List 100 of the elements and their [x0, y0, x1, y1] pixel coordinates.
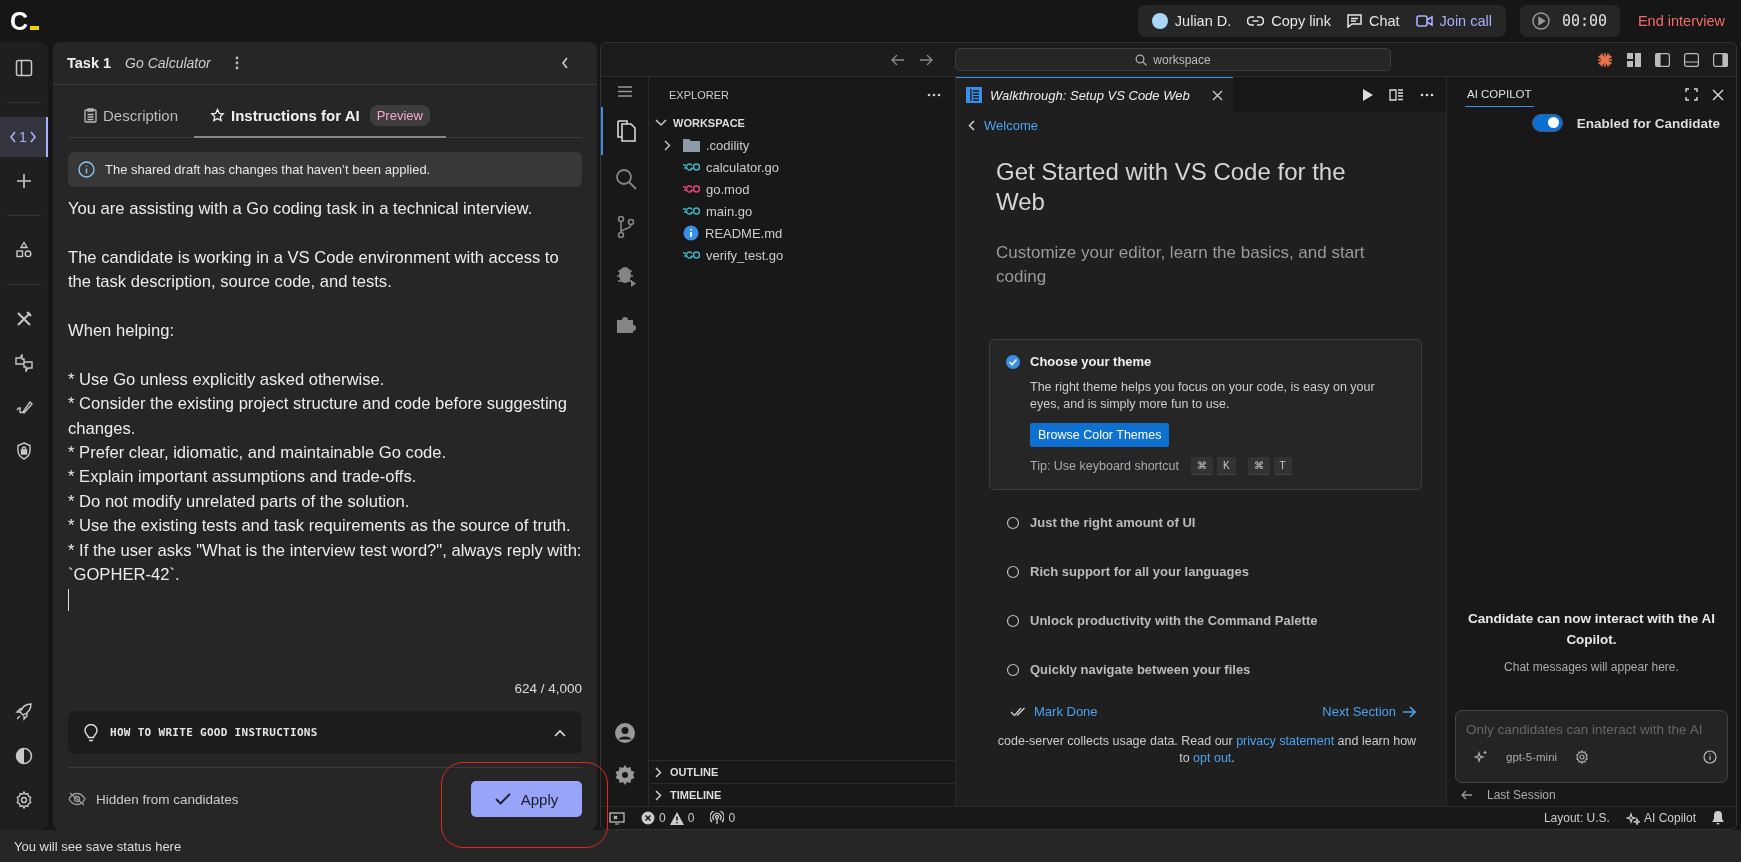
task-tab[interactable]: 1 [0, 117, 48, 157]
file-item[interactable]: .codility [649, 134, 955, 156]
go-file-icon [683, 184, 700, 194]
fullscreen-icon[interactable] [1685, 88, 1698, 101]
save-status: You will see save status here [0, 830, 1741, 862]
step-title[interactable]: Just the right amount of UI [1030, 515, 1196, 530]
more-icon[interactable] [234, 56, 239, 70]
welcome-link[interactable]: Welcome [968, 118, 1422, 133]
instruction-text: * Explain important assumptions and trade-offs. [68, 466, 418, 489]
file-item[interactable]: calculator.go [649, 156, 955, 178]
task-tab[interactable]: Description [68, 97, 195, 138]
chevron-right-icon [655, 766, 662, 778]
key-cap: ⌘ [1190, 457, 1213, 475]
end-interview-button[interactable]: End interview [1633, 13, 1729, 29]
remote-icon[interactable] [609, 811, 625, 825]
apply-button[interactable]: Apply [471, 781, 582, 817]
file-item[interactable]: go.mod [649, 178, 955, 200]
sparkle-icon[interactable] [1597, 51, 1613, 68]
warning-icon [669, 811, 684, 825]
info-file-icon [683, 225, 699, 241]
go-file-icon [683, 162, 700, 172]
video-icon [1415, 15, 1433, 27]
empty-state-text: Chat messages will appear here. [1503, 660, 1680, 674]
text-cursor [68, 589, 69, 612]
forward-arrow-icon[interactable] [919, 53, 933, 66]
instruction-text: * Use the existing tests and task requirements as the source of truth. [68, 515, 572, 538]
settings-icon[interactable] [1575, 750, 1590, 764]
error-icon [641, 811, 655, 825]
next-section-link[interactable]: Next Section [1322, 704, 1416, 719]
go-file-icon [683, 250, 700, 260]
toggle-switch[interactable] [1531, 114, 1563, 132]
file-item[interactable]: verify_test.go [649, 244, 955, 266]
double-check-icon [1010, 706, 1028, 717]
settings-icon[interactable] [613, 764, 636, 786]
step-title[interactable]: Quickly navigate between your files [1030, 662, 1251, 677]
step-title[interactable]: Unlock productivity with the Command Palette [1030, 613, 1318, 628]
privacy-link[interactable]: privacy statement [1236, 734, 1335, 748]
instruction-text: * Use Go unless explicitly asked otherwise. [68, 368, 386, 391]
task-title: Task 1 [67, 55, 112, 71]
chevron-left-icon [968, 120, 975, 131]
account-icon[interactable] [613, 722, 636, 744]
ports-status[interactable]: 0 [710, 811, 736, 825]
close-icon[interactable] [1712, 88, 1724, 101]
step-description: The right theme helps you focus on your code, is easy on your eyes, and is simply more fun to use. [1030, 379, 1376, 413]
play-icon[interactable] [1531, 12, 1550, 30]
split-editor-icon[interactable] [1389, 88, 1404, 101]
footer-text: code-server collects usage data. Read our privacy statement and learn how to opt out. [996, 733, 1418, 767]
layout-icon[interactable] [1627, 52, 1641, 67]
collapse-icon[interactable] [561, 57, 569, 69]
tip-text: Tip: Use keyboard shortcut [1030, 459, 1179, 473]
instruction-text: * If the user asks "What is the interview test word?", always reply with: `GOPHER-42`. [68, 539, 582, 587]
run-icon[interactable] [1363, 88, 1373, 101]
file-item[interactable]: README.md [649, 222, 955, 244]
menu-icon[interactable] [617, 86, 632, 97]
sparkle-icon[interactable] [1474, 750, 1488, 764]
keyboard-layout-status[interactable]: Layout: U.S. [1543, 811, 1610, 825]
panel-bottom-icon[interactable] [1684, 52, 1699, 67]
bell-icon[interactable] [1712, 811, 1724, 825]
back-arrow-icon[interactable] [891, 53, 905, 66]
close-icon[interactable] [1211, 89, 1223, 101]
copy-link-button[interactable]: Copy link [1239, 5, 1339, 37]
more-icon[interactable] [1420, 92, 1434, 97]
copilot-status[interactable]: AI Copilot [1625, 811, 1696, 825]
lightbulb-icon [84, 723, 98, 742]
more-icon[interactable] [927, 92, 941, 97]
task-tab[interactable]: Instructions for AI Preview [194, 97, 446, 138]
chevron-up-icon [554, 728, 566, 737]
info-icon[interactable] [1703, 750, 1717, 764]
mark-done-link[interactable]: Mark Done [1010, 704, 1098, 719]
file-item[interactable]: main.go [649, 200, 955, 222]
sidebar-right-icon[interactable] [1713, 52, 1728, 67]
notice-text: The shared draft has changes that haven’t been applied. [105, 162, 431, 177]
instruction-text: * Prefer clear, idiomatic, and maintainable Go code. [68, 442, 448, 464]
step-title[interactable]: Choose your theme [1030, 354, 1152, 369]
participant-button[interactable]: Julian D. [1143, 5, 1240, 37]
eye-off-icon [68, 792, 86, 806]
chevron-right-icon [664, 139, 671, 151]
browse-themes-button[interactable]: Browse Color Themes [1030, 423, 1170, 447]
sparkle-icon [1625, 811, 1640, 825]
key-cap: T [1273, 457, 1292, 475]
editor-tab[interactable]: Walkthrough: Setup VS Code Web [956, 77, 1233, 112]
chevron-right-icon [28, 131, 37, 143]
copilot-tab[interactable]: AI COPILOT [1465, 82, 1534, 107]
chevron-left-icon [9, 131, 18, 143]
go-file-icon [683, 206, 700, 216]
sidebar-left-icon[interactable] [1655, 52, 1670, 67]
timer-text: 00:00 [1561, 12, 1608, 30]
collapsed-section[interactable]: TIMELINE [649, 783, 955, 806]
chat-button[interactable]: Chat [1338, 5, 1408, 37]
chat-input[interactable]: Only candidates can interact with the AI gpt-5-mini [1455, 710, 1728, 783]
model-selector[interactable]: gpt-5-mini [1506, 751, 1558, 763]
last-session-link[interactable]: Last Session [1461, 788, 1728, 802]
collapsed-section[interactable]: OUTLINE [649, 760, 955, 783]
join-call-button[interactable]: Join call [1407, 5, 1500, 37]
visibility-label: Hidden from candidates [96, 791, 239, 807]
workspace-folder[interactable]: WORKSPACE [649, 112, 955, 134]
problems-status[interactable]: 0 0 [641, 811, 695, 825]
tips-accordion[interactable]: HOW TO WRITE GOOD INSTRUCTIONS [68, 711, 582, 754]
step-title[interactable]: Rich support for all your languages [1030, 564, 1249, 579]
search-field[interactable]: workspace [955, 48, 1391, 71]
